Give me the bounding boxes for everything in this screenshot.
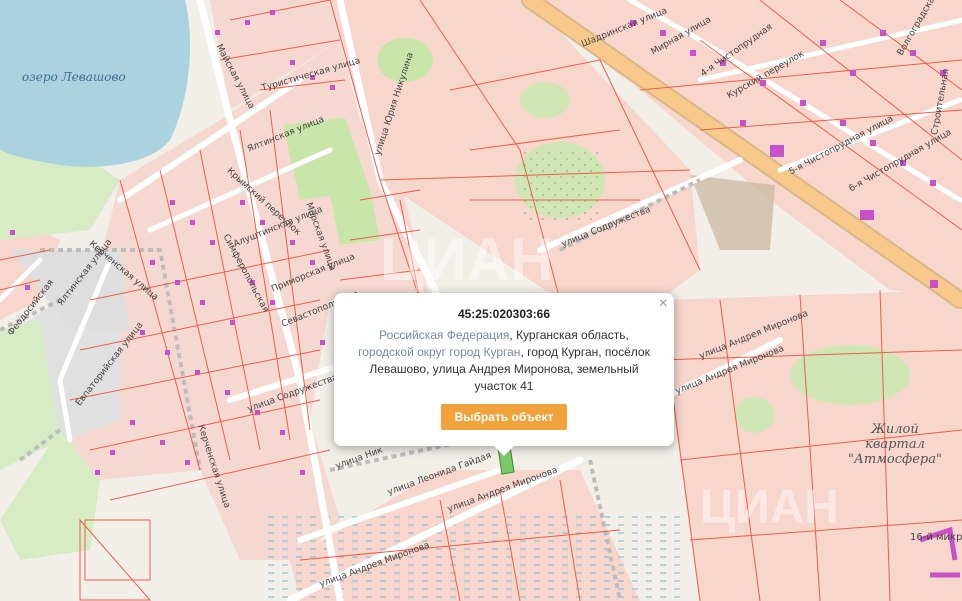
address-city: город Курган bbox=[527, 345, 599, 359]
address-link-district[interactable]: городской округ город Курган bbox=[358, 345, 520, 359]
parcel-address: Российская Федерация, Курганская область… bbox=[358, 328, 650, 393]
residential-quarter-label: Жилой квартал "Атмосфера" bbox=[848, 422, 942, 467]
select-object-button[interactable]: Выбрать объект bbox=[440, 404, 568, 430]
address-link-country[interactable]: Российская Федерация bbox=[379, 328, 509, 342]
address-region: Курганская область bbox=[516, 328, 626, 342]
parcel-info-popup: × 45:25:020303:66 Российская Федерация, … bbox=[334, 293, 674, 456]
map-canvas[interactable]: озеро Левашово Жилой квартал "Атмосфера"… bbox=[0, 0, 962, 601]
corner-label: 16-й микро bbox=[910, 532, 962, 543]
cadastral-number: 45:25:020303:66 bbox=[457, 307, 551, 321]
lake-label: озеро Левашово bbox=[22, 70, 126, 84]
close-icon[interactable]: × bbox=[659, 295, 668, 313]
